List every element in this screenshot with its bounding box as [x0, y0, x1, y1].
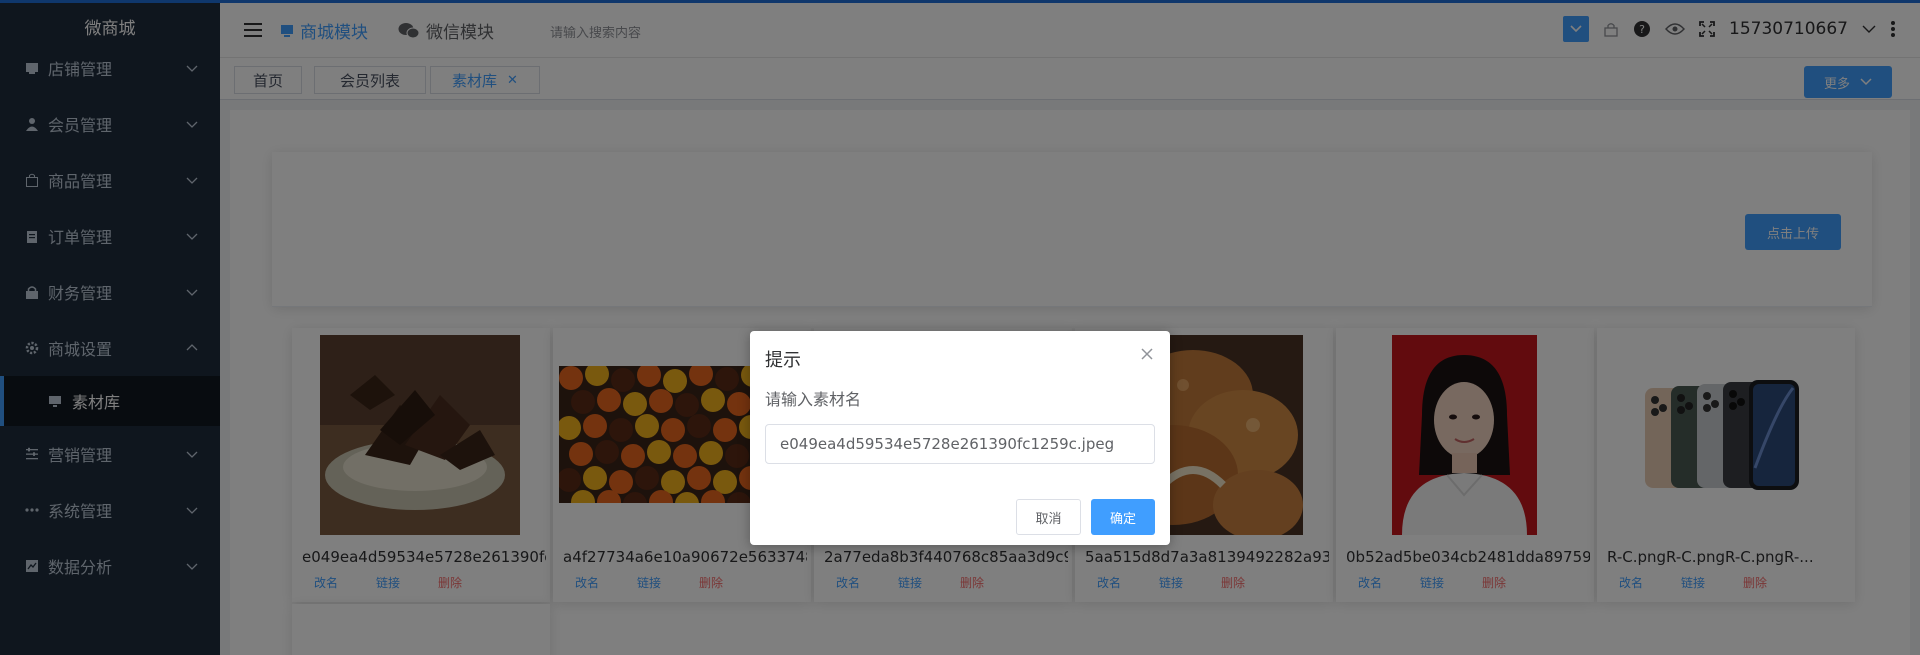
- confirm-button[interactable]: 确定: [1091, 499, 1155, 535]
- close-icon[interactable]: [1140, 347, 1154, 361]
- cancel-button[interactable]: 取消: [1016, 499, 1081, 535]
- confirm-button-label: 确定: [1109, 511, 1136, 527]
- dialog-message: 请输入素材名: [765, 390, 862, 409]
- prompt-dialog: 提示 请输入素材名 取消 确定: [750, 331, 1170, 545]
- modal-overlay[interactable]: [0, 0, 1920, 655]
- material-name-input[interactable]: [765, 424, 1155, 464]
- dialog-title: 提示: [765, 350, 801, 371]
- cancel-button-label: 取消: [1035, 511, 1062, 527]
